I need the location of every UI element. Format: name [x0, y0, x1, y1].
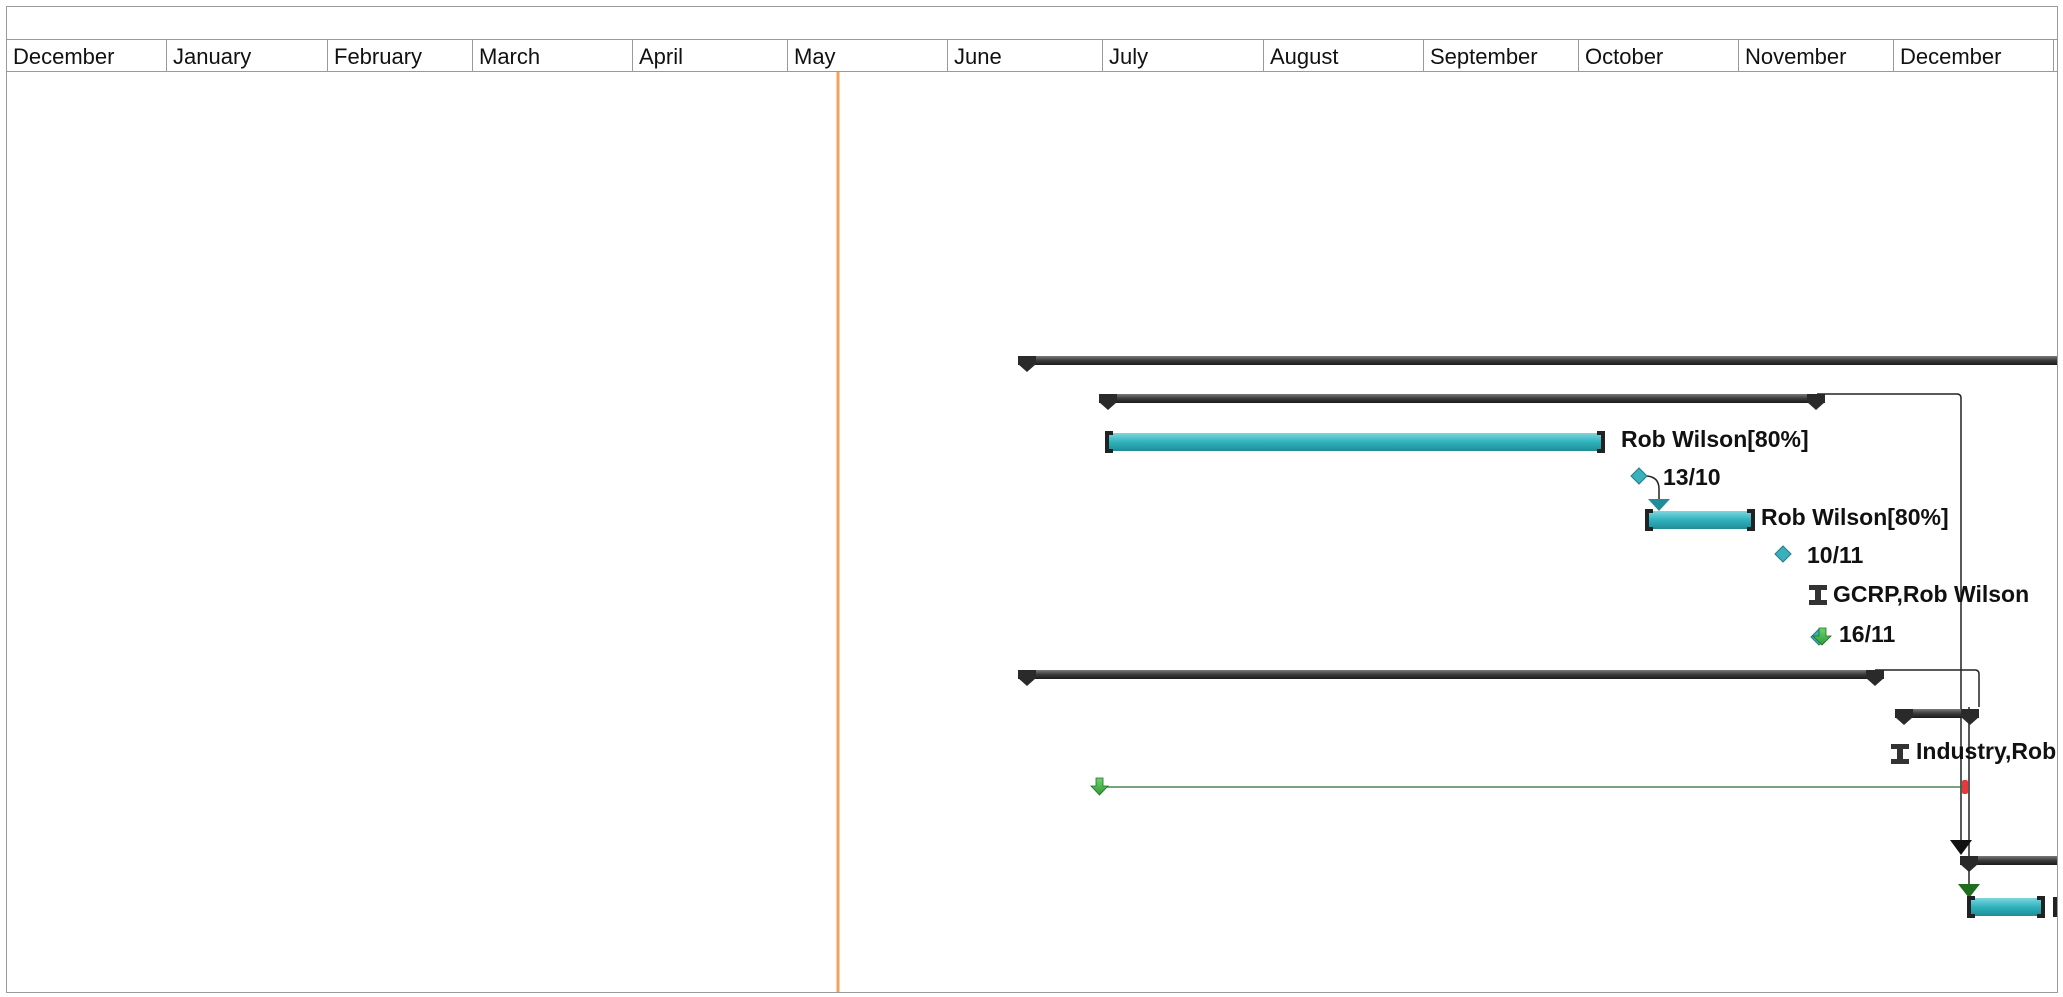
task-label-fragment — [2053, 897, 2057, 917]
milestone-date-label: 10/11 — [1807, 542, 1863, 568]
gantt-chart[interactable]: December January February March April Ma… — [6, 6, 2058, 993]
resource-i-beam-icon — [1809, 585, 1827, 605]
deadline-start-arrow-icon[interactable] — [1090, 777, 1109, 796]
summary-bar-start-cap — [1018, 670, 1036, 686]
summary-bar-end-cap — [1866, 670, 1884, 686]
gantt-bars-area: Rob Wilson[80%] 13/10 Rob Wilson[80%] 10… — [836, 72, 2058, 992]
dependency-link — [1875, 669, 1980, 707]
link-arrowhead — [1958, 884, 1980, 898]
milestone-diamond[interactable] — [1630, 467, 1648, 485]
task-bar[interactable] — [1107, 433, 1603, 451]
summary-bar-start-cap — [1960, 856, 1978, 872]
late-task-indicator[interactable] — [1962, 780, 1968, 794]
task-resource-label: Rob Wilson[80%] — [1621, 426, 1809, 452]
resource-i-beam-icon — [1891, 744, 1909, 764]
task-bar[interactable] — [1969, 898, 2043, 916]
summary-bar-start-cap — [1895, 709, 1913, 725]
resource-label: GCRP,Rob Wilson — [1833, 581, 2029, 607]
milestone-diamond[interactable] — [1774, 545, 1792, 563]
summary-bar-start-cap — [1018, 356, 1036, 372]
resource-label: Industry,Rob — [1916, 738, 2056, 764]
milestone-date-label: 16/11 — [1839, 621, 1895, 647]
summary-bar[interactable] — [1018, 670, 1884, 679]
summary-bar-end-cap — [1961, 709, 1979, 725]
dependency-link — [1644, 475, 1660, 502]
milestone-date-label: 13/10 — [1663, 464, 1721, 490]
summary-bar-start-cap — [1099, 394, 1117, 410]
summary-bar[interactable] — [1018, 356, 2058, 365]
task-bar[interactable] — [1647, 511, 1753, 529]
task-resource-label: Rob Wilson[80%] — [1761, 504, 1949, 530]
deadline-arrow-icon — [1812, 627, 1832, 646]
summary-bar[interactable] — [1099, 394, 1825, 403]
summary-bar-end-cap — [1807, 394, 1825, 410]
